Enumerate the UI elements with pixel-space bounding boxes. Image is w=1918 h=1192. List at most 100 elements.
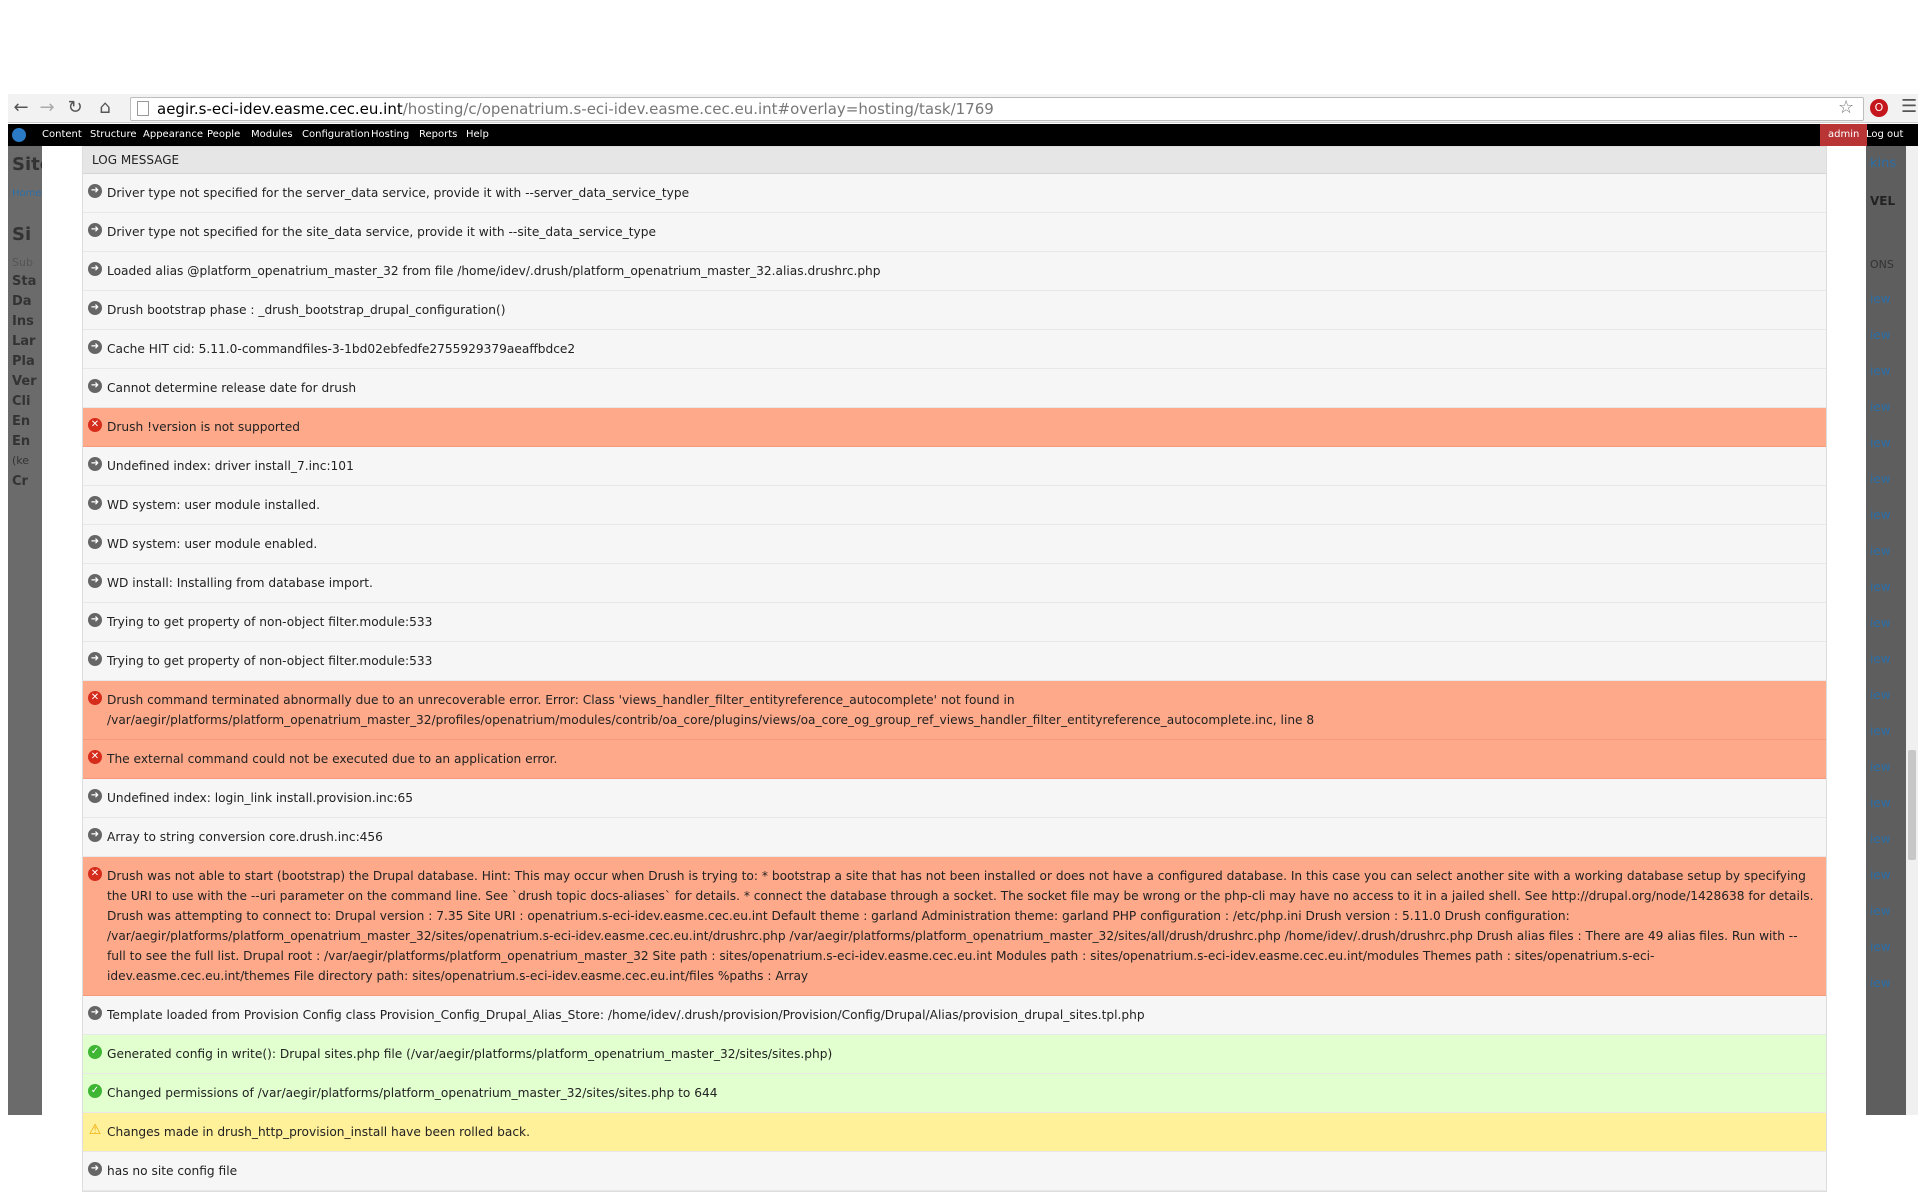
log-row-error: ✕ Drush was not able to start (bootstrap)… — [83, 857, 1826, 996]
bg-text: iew — [1870, 328, 1891, 342]
log-message: Drush !version is not supported — [107, 420, 300, 434]
toolbar-item-help[interactable]: Help — [466, 129, 489, 140]
bg-text: Da — [12, 294, 32, 309]
url-host: aegir.s-eci-idev.easme.cec.eu.int — [157, 100, 403, 118]
bg-text: iew — [1870, 832, 1891, 846]
bg-text: iew — [1870, 760, 1891, 774]
log-row-error: ✕ The external command could not be execu… — [83, 740, 1826, 779]
bg-text: iew — [1870, 580, 1891, 594]
log-row-info: ➜ WD system: user module enabled. — [83, 525, 1826, 564]
arrow-icon: ➜ — [88, 574, 102, 588]
bg-text: (ke — [12, 454, 30, 467]
bg-text: iew — [1870, 616, 1891, 630]
bg-text: iew — [1870, 436, 1891, 450]
bg-text: iew — [1870, 724, 1891, 738]
log-table-header: LOG MESSAGE — [83, 147, 1826, 174]
back-arrow-icon[interactable]: ← — [10, 97, 32, 119]
error-icon: ✕ — [88, 867, 102, 881]
toolbar-item-people[interactable]: People — [207, 129, 240, 140]
background-page-right: kins VEL ONS iew iew iew iew iew iew iew… — [1866, 146, 1910, 1115]
page-scrollbar[interactable] — [1906, 146, 1918, 1115]
bookmark-star-icon[interactable]: ☆ — [1838, 97, 1854, 118]
bg-text: VEL — [1870, 194, 1896, 208]
log-row-info: ➜ Cache HIT cid: 5.11.0-commandfiles-3-1b… — [83, 330, 1826, 369]
check-icon: ✓ — [88, 1045, 102, 1059]
bg-text: En — [12, 434, 31, 449]
toolbar-item-content[interactable]: Content — [42, 129, 82, 140]
log-message: Drush command terminated abnormally due … — [107, 693, 1315, 727]
log-row-info: ➜ Cannot determine release date for drush — [83, 369, 1826, 408]
extension-icon[interactable]: O — [1870, 99, 1888, 117]
url-path: /hosting/c/openatrium.s-eci-idev.easme.c… — [402, 100, 994, 118]
arrow-icon: ➜ — [88, 223, 102, 237]
log-row-info: ➜ Undefined index: driver install_7.inc:1… — [83, 447, 1826, 486]
toolbar-item-reports[interactable]: Reports — [419, 129, 457, 140]
log-row-info: ➜ has no site config file — [83, 1152, 1826, 1191]
log-row-info: ➜ Loaded alias @platform_openatrium_maste… — [83, 252, 1826, 291]
log-message: Changed permissions of /var/aegir/platfo… — [107, 1086, 718, 1100]
log-message: Cannot determine release date for drush — [107, 381, 357, 395]
arrow-icon: ➜ — [88, 496, 102, 510]
log-row-info: ➜ Trying to get property of non-object fi… — [83, 642, 1826, 681]
arrow-icon: ➜ — [88, 301, 102, 315]
log-message: Undefined index: login_link install.prov… — [107, 791, 414, 805]
forward-arrow-icon[interactable]: → — [36, 97, 58, 119]
log-message: Loaded alias @platform_openatrium_master… — [107, 264, 881, 278]
bg-text: Sta — [12, 274, 37, 289]
bg-text: iew — [1870, 796, 1891, 810]
toolbar-item-configuration[interactable]: Configuration — [302, 129, 370, 140]
toolbar-user[interactable]: admin — [1820, 124, 1868, 146]
log-message: WD system: user module installed. — [107, 498, 320, 512]
error-icon: ✕ — [88, 750, 102, 764]
home-icon[interactable]: ⌂ — [94, 97, 116, 119]
bg-text: iew — [1870, 400, 1891, 414]
log-row-success: ✓ Generated config in write(): Drupal sit… — [83, 1035, 1826, 1074]
log-row-info: ➜ WD system: user module installed. — [83, 486, 1826, 525]
bg-text: iew — [1870, 688, 1891, 702]
bg-text: iew — [1870, 976, 1891, 990]
arrow-icon: ➜ — [88, 340, 102, 354]
bg-text: iew — [1870, 292, 1891, 306]
reload-icon[interactable]: ↻ — [64, 97, 86, 119]
arrow-icon: ➜ — [88, 457, 102, 471]
overlay-panel: LOG MESSAGE ➜ Driver type not specified f… — [42, 146, 1866, 1192]
bg-text: Lar — [12, 334, 36, 349]
bg-text: Si — [12, 224, 32, 245]
log-row-info: ➜ Driver type not specified for the serve… — [83, 174, 1826, 213]
log-rows: ➜ Driver type not specified for the serve… — [83, 174, 1826, 1191]
toolbar-item-appearance[interactable]: Appearance — [143, 129, 203, 140]
bg-text: iew — [1870, 868, 1891, 882]
toolbar-item-modules[interactable]: Modules — [251, 129, 293, 140]
check-icon: ✓ — [88, 1084, 102, 1098]
toolbar-item-hosting[interactable]: Hosting — [371, 129, 409, 140]
log-message: Driver type not specified for the server… — [107, 186, 690, 200]
toolbar-logout[interactable]: Log out — [1866, 129, 1903, 140]
bg-text: iew — [1870, 940, 1891, 954]
log-row-success: ✓ Changed permissions of /var/aegir/platf… — [83, 1074, 1826, 1113]
bg-text: kins — [1870, 156, 1897, 171]
log-row-info: ➜ Undefined index: login_link install.pro… — [83, 779, 1826, 818]
arrow-icon: ➜ — [88, 379, 102, 393]
log-message: Drush was not able to start (bootstrap) … — [107, 869, 1814, 983]
admin-toolbar: Content Structure Appearance People Modu… — [8, 124, 1918, 146]
address-bar[interactable]: aegir.s-eci-idev.easme.cec.eu.int/hostin… — [130, 97, 1864, 121]
bg-text: Cli — [12, 394, 31, 409]
error-icon: ✕ — [88, 418, 102, 432]
scrollbar-thumb[interactable] — [1908, 750, 1916, 860]
log-message: Trying to get property of non-object fil… — [107, 615, 433, 629]
warning-icon: ⚠ — [88, 1122, 102, 1138]
log-row-info: ➜ Driver type not specified for the site_… — [83, 213, 1826, 252]
toolbar-item-structure[interactable]: Structure — [90, 129, 137, 140]
arrow-icon: ➜ — [88, 1006, 102, 1020]
drupal-logo-icon[interactable] — [12, 128, 26, 142]
log-table: LOG MESSAGE ➜ Driver type not specified f… — [82, 146, 1827, 1192]
log-message: WD install: Installing from database imp… — [107, 576, 373, 590]
log-message: Undefined index: driver install_7.inc:10… — [107, 459, 354, 473]
menu-icon[interactable]: ☰ — [1901, 96, 1917, 117]
arrow-icon: ➜ — [88, 262, 102, 276]
log-message: Generated config in write(): Drupal site… — [107, 1047, 833, 1061]
bg-text: Ver — [12, 374, 37, 389]
log-row-info: ➜ WD install: Installing from database im… — [83, 564, 1826, 603]
log-row-warning: ⚠ Changes made in drush_http_provision_in… — [83, 1113, 1826, 1152]
bg-text: iew — [1870, 652, 1891, 666]
